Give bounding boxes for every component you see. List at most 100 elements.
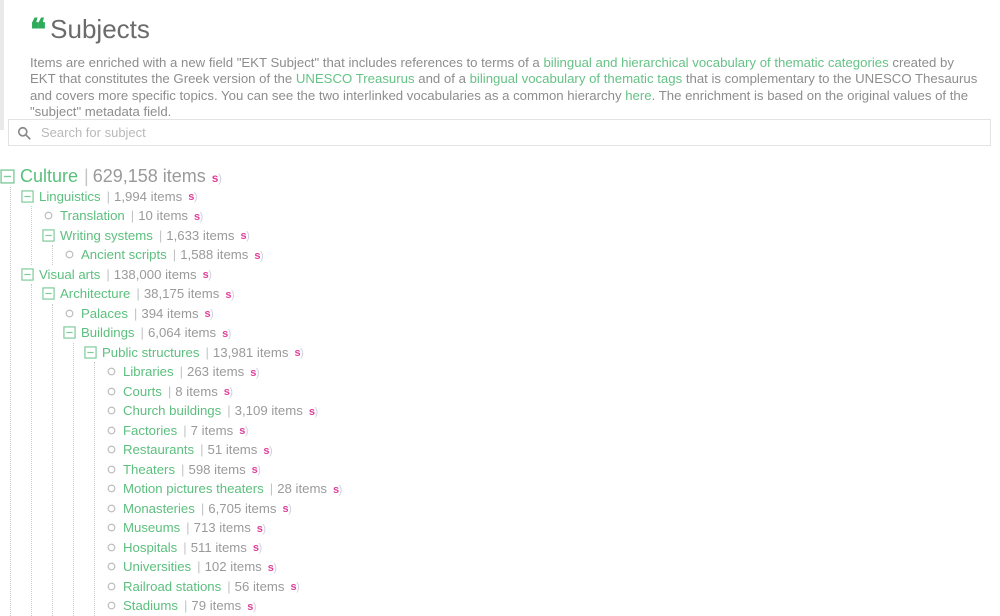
tree-row[interactable]: Universities | 102 items s) xyxy=(105,557,1000,577)
leaf-bullet-icon xyxy=(107,601,116,610)
tree-node-count: | 138,000 items xyxy=(106,266,197,282)
search-subject-badge[interactable]: s) xyxy=(309,406,318,418)
tree-row[interactable]: Writing systems | 1,633 items s) xyxy=(42,226,1000,246)
search-input[interactable] xyxy=(39,122,982,143)
collapse-icon[interactable] xyxy=(63,326,76,339)
tree-row[interactable]: Linguistics | 1,994 items s) xyxy=(21,187,1000,207)
search-subject-badge[interactable]: s) xyxy=(240,230,249,242)
collapse-icon[interactable] xyxy=(42,229,55,242)
search-subject-badge[interactable]: s) xyxy=(247,601,256,613)
search-subject-badge[interactable]: s) xyxy=(268,562,277,574)
search-subject-badge[interactable]: s) xyxy=(333,484,342,496)
tree-node: Writing systems | 1,633 items s) Ancient scr… xyxy=(42,226,1000,265)
tree-row[interactable]: Courts | 8 items s) xyxy=(105,382,1000,402)
search-subject-badge[interactable]: s) xyxy=(282,503,291,515)
tree-node-label[interactable]: Libraries xyxy=(123,364,174,379)
search-subject-badge[interactable]: s) xyxy=(188,191,197,203)
search-subject-badge[interactable]: s) xyxy=(253,542,262,554)
tree-node-label[interactable]: Hospitals xyxy=(123,540,177,555)
search-subject-badge[interactable]: s) xyxy=(291,581,300,593)
leaf-bullet-icon xyxy=(107,465,116,474)
tree-row[interactable]: Visual arts | 138,000 items s) xyxy=(21,265,1000,285)
tree-row[interactable]: Translation | 10 items s) xyxy=(42,206,1000,226)
tree-node-label[interactable]: Museums xyxy=(123,520,180,535)
tree-node-label[interactable]: Monasteries xyxy=(123,501,195,516)
tree-row[interactable]: Stadiums | 79 items s) xyxy=(105,596,1000,616)
search-subject-badge[interactable]: s) xyxy=(205,308,214,320)
search-subject-badge[interactable]: s) xyxy=(194,211,203,223)
tree-node-label[interactable]: Factories xyxy=(123,423,177,438)
badge-tail: ) xyxy=(208,269,212,282)
tree-row[interactable]: Hospitals | 511 items s) xyxy=(105,538,1000,558)
count-separator: | xyxy=(183,539,187,555)
search-subject-badge[interactable]: s) xyxy=(263,445,272,457)
leaf-bullet-icon xyxy=(65,250,74,259)
search-subject-badge[interactable]: s) xyxy=(252,464,261,476)
tree-node-label[interactable]: Translation xyxy=(60,208,125,223)
tree-node-label[interactable]: Restaurants xyxy=(123,442,194,457)
search-subject-badge[interactable]: s) xyxy=(222,328,231,340)
tree-row[interactable]: Public structures | 13,981 items s) xyxy=(84,343,1000,363)
tree-row[interactable]: Theaters | 598 items s) xyxy=(105,460,1000,480)
tree-row[interactable]: Factories | 7 items s) xyxy=(105,421,1000,441)
tree-node-count: | 1,588 items xyxy=(172,247,249,263)
tree-row[interactable]: Culture | 629,158 items s) xyxy=(0,166,1000,187)
tree-row[interactable]: Buildings | 6,064 items s) xyxy=(63,323,1000,343)
tree-node-label[interactable]: Courts xyxy=(123,384,162,399)
collapse-icon[interactable] xyxy=(0,169,15,184)
tree-row[interactable]: Restaurants | 51 items s) xyxy=(105,440,1000,460)
tree-row[interactable]: Architecture | 38,175 items s) xyxy=(42,284,1000,304)
tree-node-label[interactable]: Universities xyxy=(123,559,191,574)
search-subject-badge[interactable]: s) xyxy=(250,367,259,379)
collapse-icon[interactable] xyxy=(21,268,34,281)
collapse-icon[interactable] xyxy=(84,346,97,359)
count-separator: | xyxy=(183,598,188,614)
search-subject-badge[interactable]: s) xyxy=(254,250,263,262)
tree-row[interactable]: Palaces | 394 items s) xyxy=(63,304,1000,324)
tree-node-label[interactable]: Stadiums xyxy=(123,598,178,613)
count-separator: | xyxy=(106,266,110,282)
search-subject-badge[interactable]: s) xyxy=(224,386,233,398)
search-subject-badge[interactable]: s) xyxy=(239,425,248,437)
collapse-icon[interactable] xyxy=(42,287,55,300)
search-subject-badge[interactable]: s) xyxy=(225,289,234,301)
collapse-icon[interactable] xyxy=(21,190,34,203)
search-subject-badge[interactable]: s) xyxy=(212,171,222,185)
tree-row[interactable]: Museums | 713 items s) xyxy=(105,518,1000,538)
tree-node-label[interactable]: Palaces xyxy=(81,306,128,321)
tree-children: Architecture | 38,175 items s) Palaces | 394 i… xyxy=(31,284,1000,616)
tree-row[interactable]: Motion pictures theaters | 28 items s) xyxy=(105,479,1000,499)
subject-tree: Culture | 629,158 items s) Linguistics | 1,994… xyxy=(0,166,1000,616)
tree-node-label[interactable]: Visual arts xyxy=(39,267,100,282)
tree-row[interactable]: Ancient scripts | 1,588 items s) xyxy=(63,245,1000,265)
tree-node-label[interactable]: Theaters xyxy=(123,462,175,477)
tree-row[interactable]: Railroad stations | 56 items s) xyxy=(105,577,1000,597)
intro-link-5[interactable]: bilingual vocabulary of thematic tags xyxy=(470,71,683,86)
tree-node-label[interactable]: Architecture xyxy=(60,286,130,301)
search-bar[interactable] xyxy=(8,119,991,146)
tree-node-count: | 7 items xyxy=(183,422,234,438)
tree-node-label[interactable]: Church buildings xyxy=(123,403,221,418)
count-separator: | xyxy=(227,578,231,594)
tree-row[interactable]: Church buildings | 3,109 items s) xyxy=(105,401,1000,421)
badge-tail: ) xyxy=(255,366,260,379)
count-separator: | xyxy=(200,442,204,458)
tree-node-label[interactable]: Public structures xyxy=(102,345,199,360)
tree-node-label[interactable]: Ancient scripts xyxy=(81,247,167,262)
tree-node-label[interactable]: Linguistics xyxy=(39,189,101,204)
tree-node-label[interactable]: Culture xyxy=(20,166,78,187)
tree-node-label[interactable]: Buildings xyxy=(81,325,135,340)
search-subject-badge[interactable]: s) xyxy=(257,523,266,535)
tree-row[interactable]: Libraries | 263 items s) xyxy=(105,362,1000,382)
tree-node-label[interactable]: Railroad stations xyxy=(123,579,221,594)
intro-link-1[interactable]: bilingual and hierarchical vocabulary of… xyxy=(543,55,888,70)
tree-node-label[interactable]: Writing systems xyxy=(60,228,153,243)
intro-link-7[interactable]: here xyxy=(625,88,651,103)
count-separator: | xyxy=(227,403,231,419)
tree-node-label[interactable]: Motion pictures theaters xyxy=(123,481,264,496)
search-subject-badge[interactable]: s) xyxy=(203,269,212,281)
intro-link-3[interactable]: UNESCO Treasurus xyxy=(296,71,415,86)
search-subject-badge[interactable]: s) xyxy=(294,347,303,359)
tree-node-count: | 263 items xyxy=(179,364,245,380)
tree-row[interactable]: Monasteries | 6,705 items s) xyxy=(105,499,1000,519)
